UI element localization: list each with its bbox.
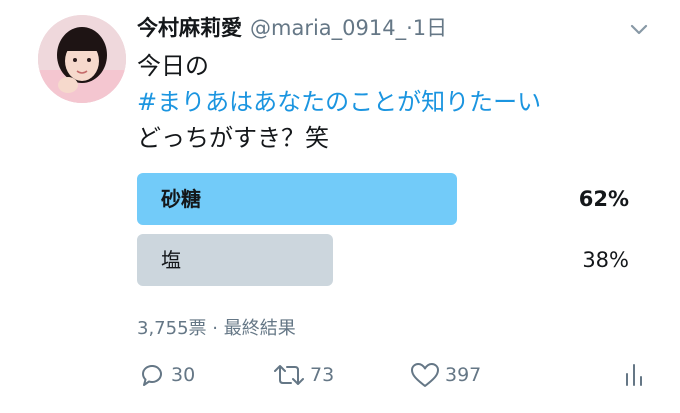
- tweet-time[interactable]: 1日: [413, 12, 447, 42]
- retweet-button[interactable]: 73: [272, 360, 334, 390]
- tweet-header: 今村麻莉愛 @maria_0914_ · 1日: [137, 12, 447, 42]
- like-button[interactable]: 397: [409, 360, 481, 390]
- analytics-icon: [626, 364, 642, 386]
- poll-option-2: 塩 38%: [137, 234, 633, 286]
- poll-option-label: 塩: [161, 248, 181, 272]
- analytics-button[interactable]: [623, 360, 651, 390]
- reply-count: 30: [171, 364, 196, 386]
- author-handle[interactable]: @maria_0914_: [250, 16, 406, 40]
- retweet-icon: [274, 365, 304, 385]
- reply-button[interactable]: 30: [137, 360, 195, 390]
- tweet-line: どっちがすき？笑: [137, 124, 329, 152]
- avatar[interactable]: [38, 15, 126, 103]
- poll-meta: 3,755票 · 最終結果: [137, 318, 296, 339]
- poll-option-percent: 38%: [582, 248, 629, 272]
- retweet-count: 73: [310, 364, 335, 386]
- like-count: 397: [445, 364, 482, 386]
- header-separator: ·: [406, 16, 413, 40]
- poll-option-1: 砂糖 62%: [137, 173, 633, 225]
- hashtag-link[interactable]: #まりあはあなたのことが知りたーい: [137, 84, 541, 120]
- like-icon: [411, 363, 439, 387]
- author-name[interactable]: 今村麻莉愛: [137, 12, 242, 42]
- chevron-down-icon[interactable]: [630, 24, 648, 36]
- avatar-photo: [38, 15, 126, 103]
- reply-icon: [141, 364, 162, 386]
- tweet-text: 今日の #まりあはあなたのことが知りたーい どっちがすき？笑: [137, 48, 541, 156]
- tweet-actions: 30 73 397: [137, 360, 657, 396]
- tweet-line: 今日の: [137, 52, 209, 80]
- poll-option-label: 砂糖: [161, 187, 201, 211]
- poll-option-percent: 62%: [578, 187, 629, 211]
